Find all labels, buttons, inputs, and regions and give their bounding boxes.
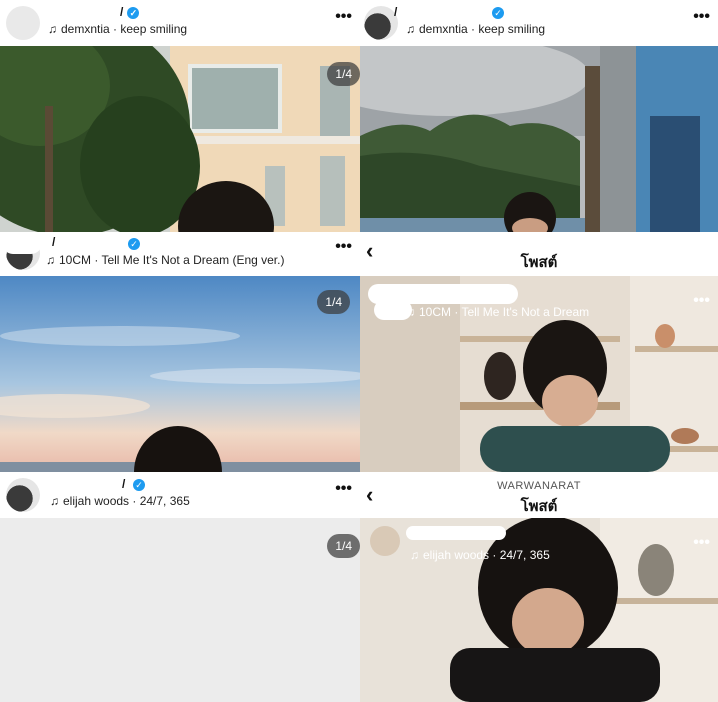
post-photo[interactable] [360,46,718,232]
more-options-icon[interactable]: ••• [693,292,710,310]
post-photo[interactable] [0,276,360,472]
username[interactable]: / [120,5,123,19]
music-label: demxntia · keep smiling [419,22,546,36]
music-info[interactable]: ♫ elijah woods · 24/7, 365 [50,494,190,508]
more-options-icon[interactable]: ••• [693,8,710,26]
page-title: โพสต์ [520,498,558,515]
verified-icon: ✓ [133,479,145,491]
more-options-icon[interactable]: ••• [335,480,352,498]
post-header: / ✓ ♫ 10CM · Tell Me It's Not a Dream (En… [0,232,360,278]
post-panel-6: ‹ WARWANARAT โพสต์ ♫ elijah woods · 24/7,… [360,472,718,702]
music-note-icon: ♫ [410,548,419,562]
music-note-icon: ♫ [48,22,57,36]
avatar[interactable] [370,526,400,556]
music-note-icon: ♫ [50,494,59,508]
post-photo[interactable] [0,518,360,702]
post-panel-1: / ✓ ♫ demxntia · keep smiling ••• 1/4 [0,0,360,232]
post-top-bar: ‹ WARWANARAT โพสต์ [360,472,718,516]
music-label: demxntia · keep smiling [61,22,188,36]
username[interactable]: / [122,477,125,491]
music-note-icon: ♫ [46,253,55,267]
music-info[interactable]: ♫ 10CM · Tell Me It's Not a Dream [406,305,589,319]
verified-icon: ✓ [128,238,140,250]
image-counter-badge: 1/4 [317,290,350,314]
post-photo[interactable] [0,46,360,232]
account-name: WARWANARAT [497,480,581,492]
music-label: elijah woods · 24/7, 365 [63,494,190,508]
username[interactable]: / [52,235,55,249]
more-options-icon[interactable]: ••• [335,8,352,26]
post-header: / ✓ ♫ demxntia · keep smiling ••• [0,0,360,46]
avatar[interactable] [6,6,40,40]
music-note-icon: ♫ [406,305,415,319]
music-label: elijah woods · 24/7, 365 [423,548,550,562]
avatar[interactable] [364,6,398,40]
music-label: 10CM · Tell Me It's Not a Dream (Eng ver… [59,253,285,267]
verified-icon: ✓ [127,6,140,19]
avatar[interactable] [6,478,40,512]
music-label: 10CM · Tell Me It's Not a Dream [419,305,590,319]
image-counter-badge: 1/4 [327,62,360,86]
post-top-bar: ‹ โพสต์ [360,232,718,276]
more-options-icon[interactable]: ••• [693,534,710,552]
post-photo[interactable] [360,518,718,702]
music-info[interactable]: ♫ 10CM · Tell Me It's Not a Dream (Eng ve… [46,253,284,267]
page-title: โพสต์ [520,254,558,271]
post-panel-4: ‹ โพสต์ ♫ 10CM · Tell Me It's Not a Dream… [360,232,718,472]
music-info[interactable]: ♫ elijah woods · 24/7, 365 [410,548,550,562]
post-panel-3: / ✓ ♫ 10CM · Tell Me It's Not a Dream (En… [0,232,360,472]
image-counter-badge: 1/4 [327,534,360,558]
post-panel-2: / ✓ ♫ demxntia · keep smiling ••• [360,0,718,232]
post-panel-5: / ✓ ♫ elijah woods · 24/7, 365 ••• 1/4 [0,472,360,702]
username[interactable]: / [394,5,397,19]
more-options-icon[interactable]: ••• [335,238,352,256]
post-header: / ✓ ♫ elijah woods · 24/7, 365 ••• [0,472,360,518]
post-header: / ✓ ♫ demxntia · keep smiling ••• [360,0,718,46]
music-info[interactable]: ♫ demxntia · keep smiling [406,22,545,36]
music-note-icon: ♫ [406,22,415,36]
music-info[interactable]: ♫ demxntia · keep smiling [48,22,187,36]
verified-icon: ✓ [492,7,504,19]
